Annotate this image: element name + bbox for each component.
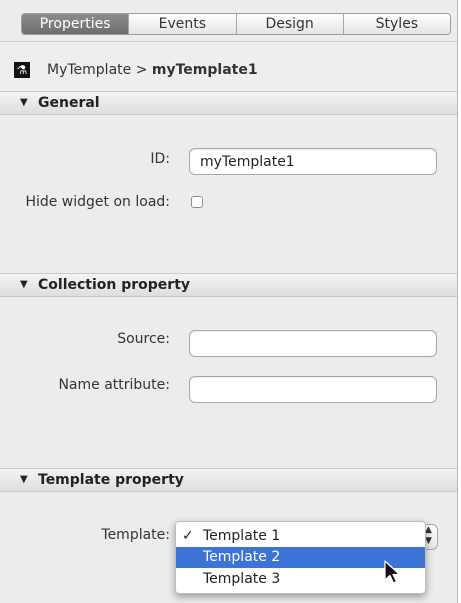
section-title: Template property [38, 472, 184, 488]
tab-design[interactable]: Design [235, 14, 343, 34]
properties-panel: Properties Events Design Styles ⚗ MyTemp… [0, 0, 458, 603]
tab-events[interactable]: Events [128, 14, 236, 34]
tab-group: Properties Events Design Styles [21, 13, 451, 35]
id-label: ID: [150, 151, 170, 167]
checkmark-icon: ✓ [182, 528, 194, 544]
disclosure-triangle-icon: ▼ [20, 474, 28, 485]
section-title: General [38, 95, 100, 111]
breadcrumb: ⚗ MyTemplate > myTemplate1 [0, 41, 457, 92]
tab-styles[interactable]: Styles [342, 14, 450, 34]
breadcrumb-current: myTemplate1 [151, 62, 258, 78]
source-field[interactable] [189, 330, 437, 357]
breadcrumb-text: MyTemplate > myTemplate1 [47, 62, 258, 78]
template-option-1[interactable]: ✓ Template 1 [176, 526, 425, 547]
name-attribute-label: Name attribute: [58, 377, 170, 393]
id-field[interactable] [189, 148, 437, 175]
name-attribute-field[interactable] [189, 376, 437, 403]
disclosure-triangle-icon: ▼ [20, 97, 28, 108]
section-header-general[interactable]: ▼ General [0, 91, 457, 115]
hide-widget-label: Hide widget on load: [25, 194, 170, 210]
section-header-collection[interactable]: ▼ Collection property [0, 273, 457, 297]
flask-icon: ⚗ [14, 62, 30, 78]
section-title: Collection property [38, 277, 191, 293]
mouse-pointer-icon [384, 560, 401, 584]
breadcrumb-separator: > [135, 62, 148, 78]
template-label: Template: [101, 527, 170, 543]
source-label: Source: [117, 331, 170, 347]
disclosure-triangle-icon: ▼ [20, 279, 28, 290]
section-header-template[interactable]: ▼ Template property [0, 468, 457, 492]
hide-widget-checkbox[interactable] [191, 196, 203, 208]
breadcrumb-parent[interactable]: MyTemplate [47, 62, 131, 78]
tab-properties[interactable]: Properties [22, 14, 129, 34]
tab-bar: Properties Events Design Styles [0, 0, 457, 40]
